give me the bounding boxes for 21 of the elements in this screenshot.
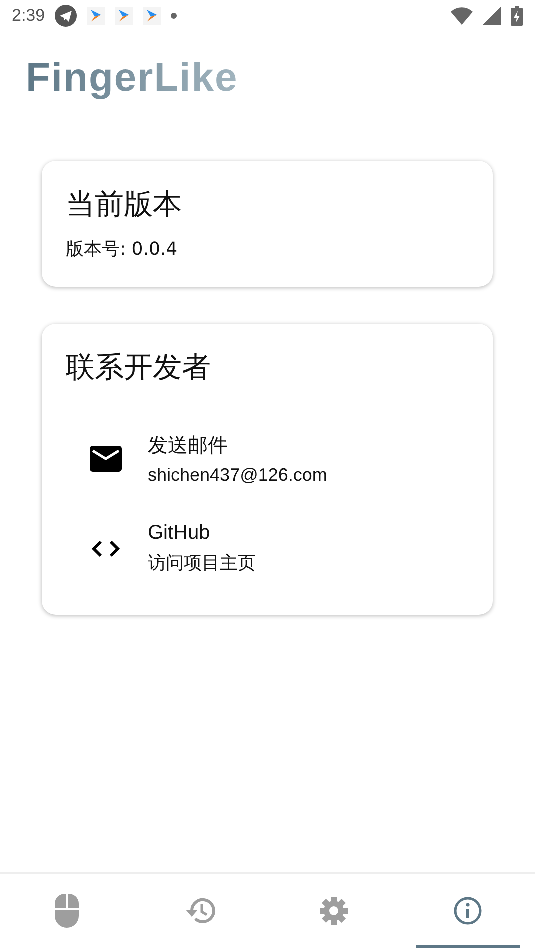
signal-icon [483, 7, 501, 25]
dot-icon [171, 13, 178, 19]
item-title[interactable]: GitHub [148, 522, 256, 545]
item-subtitle: shichen437@126.com [148, 465, 328, 486]
status-time: 2:39 [12, 6, 46, 26]
settings-icon [319, 896, 350, 926]
item-subtitle: 访问项目主页 [148, 552, 256, 575]
app-notification-icon [115, 7, 134, 25]
card-title: 联系开发者 [66, 349, 212, 386]
app-notification-icon [87, 7, 106, 25]
mouse-icon [54, 894, 80, 928]
info-icon [453, 896, 484, 926]
version-number: 版本号: 0.0.4 [66, 238, 179, 261]
app-notification-icon [143, 7, 162, 25]
mail-icon [90, 446, 122, 472]
card-title: 当前版本 [66, 186, 183, 223]
telegram-icon [55, 5, 78, 27]
history-icon [184, 896, 217, 926]
item-title[interactable]: 发送邮件 [148, 432, 328, 459]
wifi-icon [451, 7, 473, 25]
battery-icon [511, 6, 523, 26]
